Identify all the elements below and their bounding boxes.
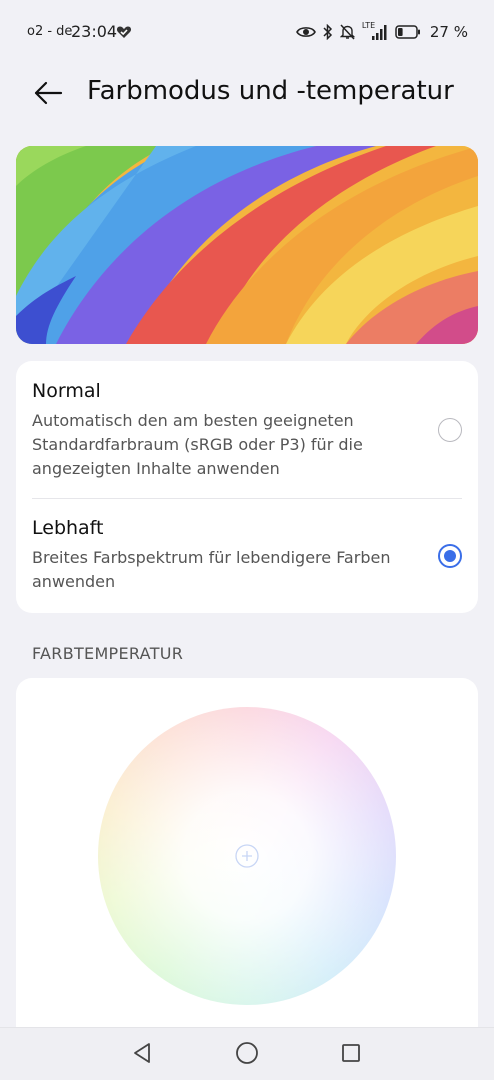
status-icons: LTE 27 % (295, 21, 468, 42)
system-navigation-bar (0, 1027, 494, 1080)
eye-icon (295, 27, 316, 37)
radio-selected-dot (444, 550, 456, 562)
nav-home-button[interactable] (234, 1040, 260, 1066)
divider (32, 498, 462, 499)
crosshair-icon[interactable] (235, 844, 259, 868)
mode-option-normal[interactable]: Normal Automatisch den am besten geeigne… (16, 361, 478, 499)
triangle-back-icon (134, 1043, 150, 1063)
mode-option-lebhaft[interactable]: Lebhaft Breites Farbspektrum für lebendi… (16, 500, 478, 613)
display-mode-card: Normal Automatisch den am besten geeigne… (16, 361, 478, 613)
nav-back-button[interactable] (129, 1040, 155, 1066)
nav-recents-button[interactable] (338, 1040, 364, 1066)
bluetooth-icon (323, 24, 332, 40)
signal-bars-icon (371, 25, 387, 40)
page-title: Farbmodus und -temperatur (87, 76, 454, 106)
option-description: Breites Farbspektrum für lebendigere Far… (32, 548, 391, 591)
radio-button-normal[interactable] (438, 418, 462, 442)
heart-check-icon (116, 26, 132, 38)
bell-muted-icon (339, 24, 355, 40)
battery-percentage: 27 % (429, 23, 468, 41)
back-button[interactable] (26, 76, 70, 110)
status-bar: o2 - de 23:04 LTE 27 % (0, 0, 494, 66)
app-bar: Farbmodus und -temperatur (0, 64, 494, 122)
color-temperature-card (16, 678, 478, 1038)
arrow-left-icon (34, 81, 63, 105)
option-title: Normal (32, 380, 101, 402)
battery-icon (395, 25, 420, 39)
clock: 23:04 (71, 22, 118, 41)
square-recents-icon (342, 1044, 360, 1062)
circle-home-icon (236, 1042, 258, 1064)
radio-button-lebhaft[interactable] (438, 544, 462, 568)
option-description: Automatisch den am besten geeigneten Sta… (32, 411, 363, 478)
rainbow-waves-illustration (16, 146, 478, 344)
option-title: Lebhaft (32, 517, 104, 539)
section-header-color-temperature: FARBTEMPERATUR (32, 644, 184, 663)
carrier-label: o2 - de (27, 24, 73, 39)
signal-indicator: LTE (362, 21, 388, 41)
color-banner-image (16, 146, 478, 344)
